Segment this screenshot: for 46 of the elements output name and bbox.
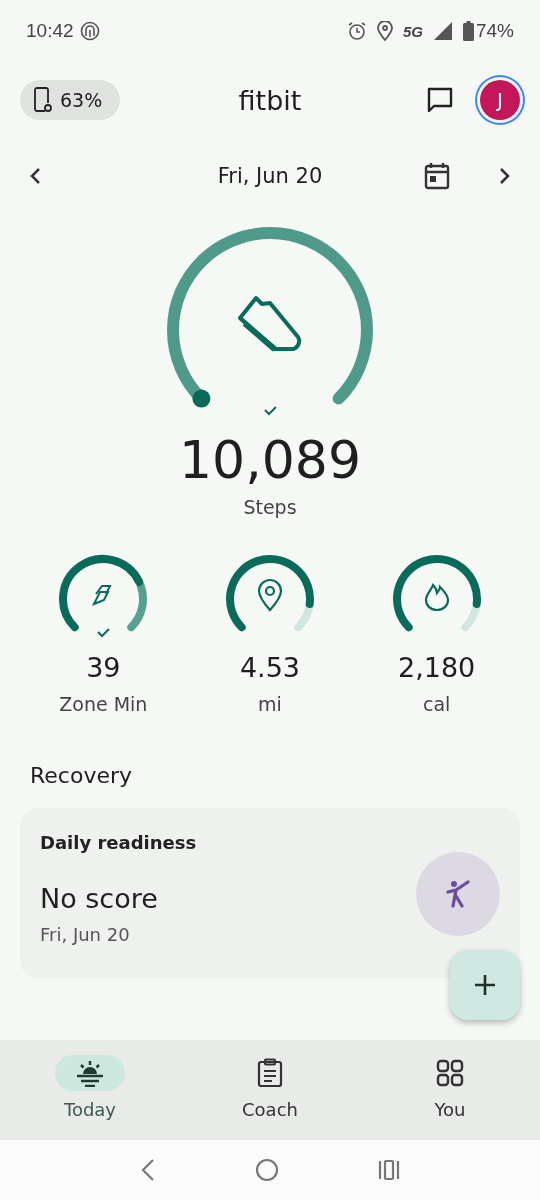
steps-label: Steps <box>243 496 297 518</box>
stat-value: 2,180 <box>398 652 476 683</box>
shoe-icon <box>238 296 302 352</box>
stat-label: cal <box>422 693 451 715</box>
grid-icon <box>436 1059 464 1087</box>
nav-tab[interactable]: Coach <box>210 1054 330 1121</box>
readiness-score: No score <box>40 883 158 914</box>
battery-icon <box>462 21 474 41</box>
running-figure-icon <box>445 880 471 908</box>
location-pin-icon <box>257 578 283 612</box>
calendar-icon <box>424 162 450 190</box>
check-icon <box>264 406 277 416</box>
steps-count: 10,089 <box>179 430 361 490</box>
fingerprint-icon <box>79 21 100 41</box>
current-date: Fri, Jun 20 <box>217 164 323 188</box>
watch-battery-icon <box>34 87 52 113</box>
section-title: Recovery <box>30 763 133 788</box>
chevron-right-icon <box>498 166 512 186</box>
plus-icon <box>474 974 496 996</box>
chevrons-icon <box>93 585 112 605</box>
recents-icon[interactable] <box>378 1159 401 1181</box>
card-title: Daily readiness <box>40 832 197 853</box>
device-battery-chip[interactable]: 63% <box>20 80 121 120</box>
readiness-card[interactable]: Daily readiness No score Fri, Jun 20 <box>20 808 520 978</box>
battery-percentage: 74% <box>475 20 514 42</box>
card-date: Fri, Jun 20 <box>40 924 130 945</box>
chat-icon <box>426 86 454 114</box>
check-icon <box>97 628 111 638</box>
clock-time: 10:42 <box>26 20 74 42</box>
nav-tab[interactable]: Today <box>30 1054 150 1121</box>
back-icon[interactable] <box>139 1158 156 1182</box>
app-title: fitbit <box>238 84 302 116</box>
alarm-icon <box>346 21 367 41</box>
sunrise-icon <box>75 1059 105 1087</box>
stat-value: 39 <box>86 652 121 683</box>
clipboard-icon <box>257 1058 283 1088</box>
nav-tab[interactable]: You <box>390 1054 510 1121</box>
stat-value: 4.53 <box>239 652 301 683</box>
home-icon[interactable] <box>255 1158 279 1182</box>
flame-icon <box>424 583 449 612</box>
stat-label: mi <box>258 693 282 715</box>
stat-label: Zone Min <box>59 693 148 715</box>
network-type: 5G <box>402 22 423 40</box>
signal-icon <box>432 21 453 41</box>
chevron-left-icon <box>28 166 42 186</box>
location-icon <box>376 21 393 41</box>
